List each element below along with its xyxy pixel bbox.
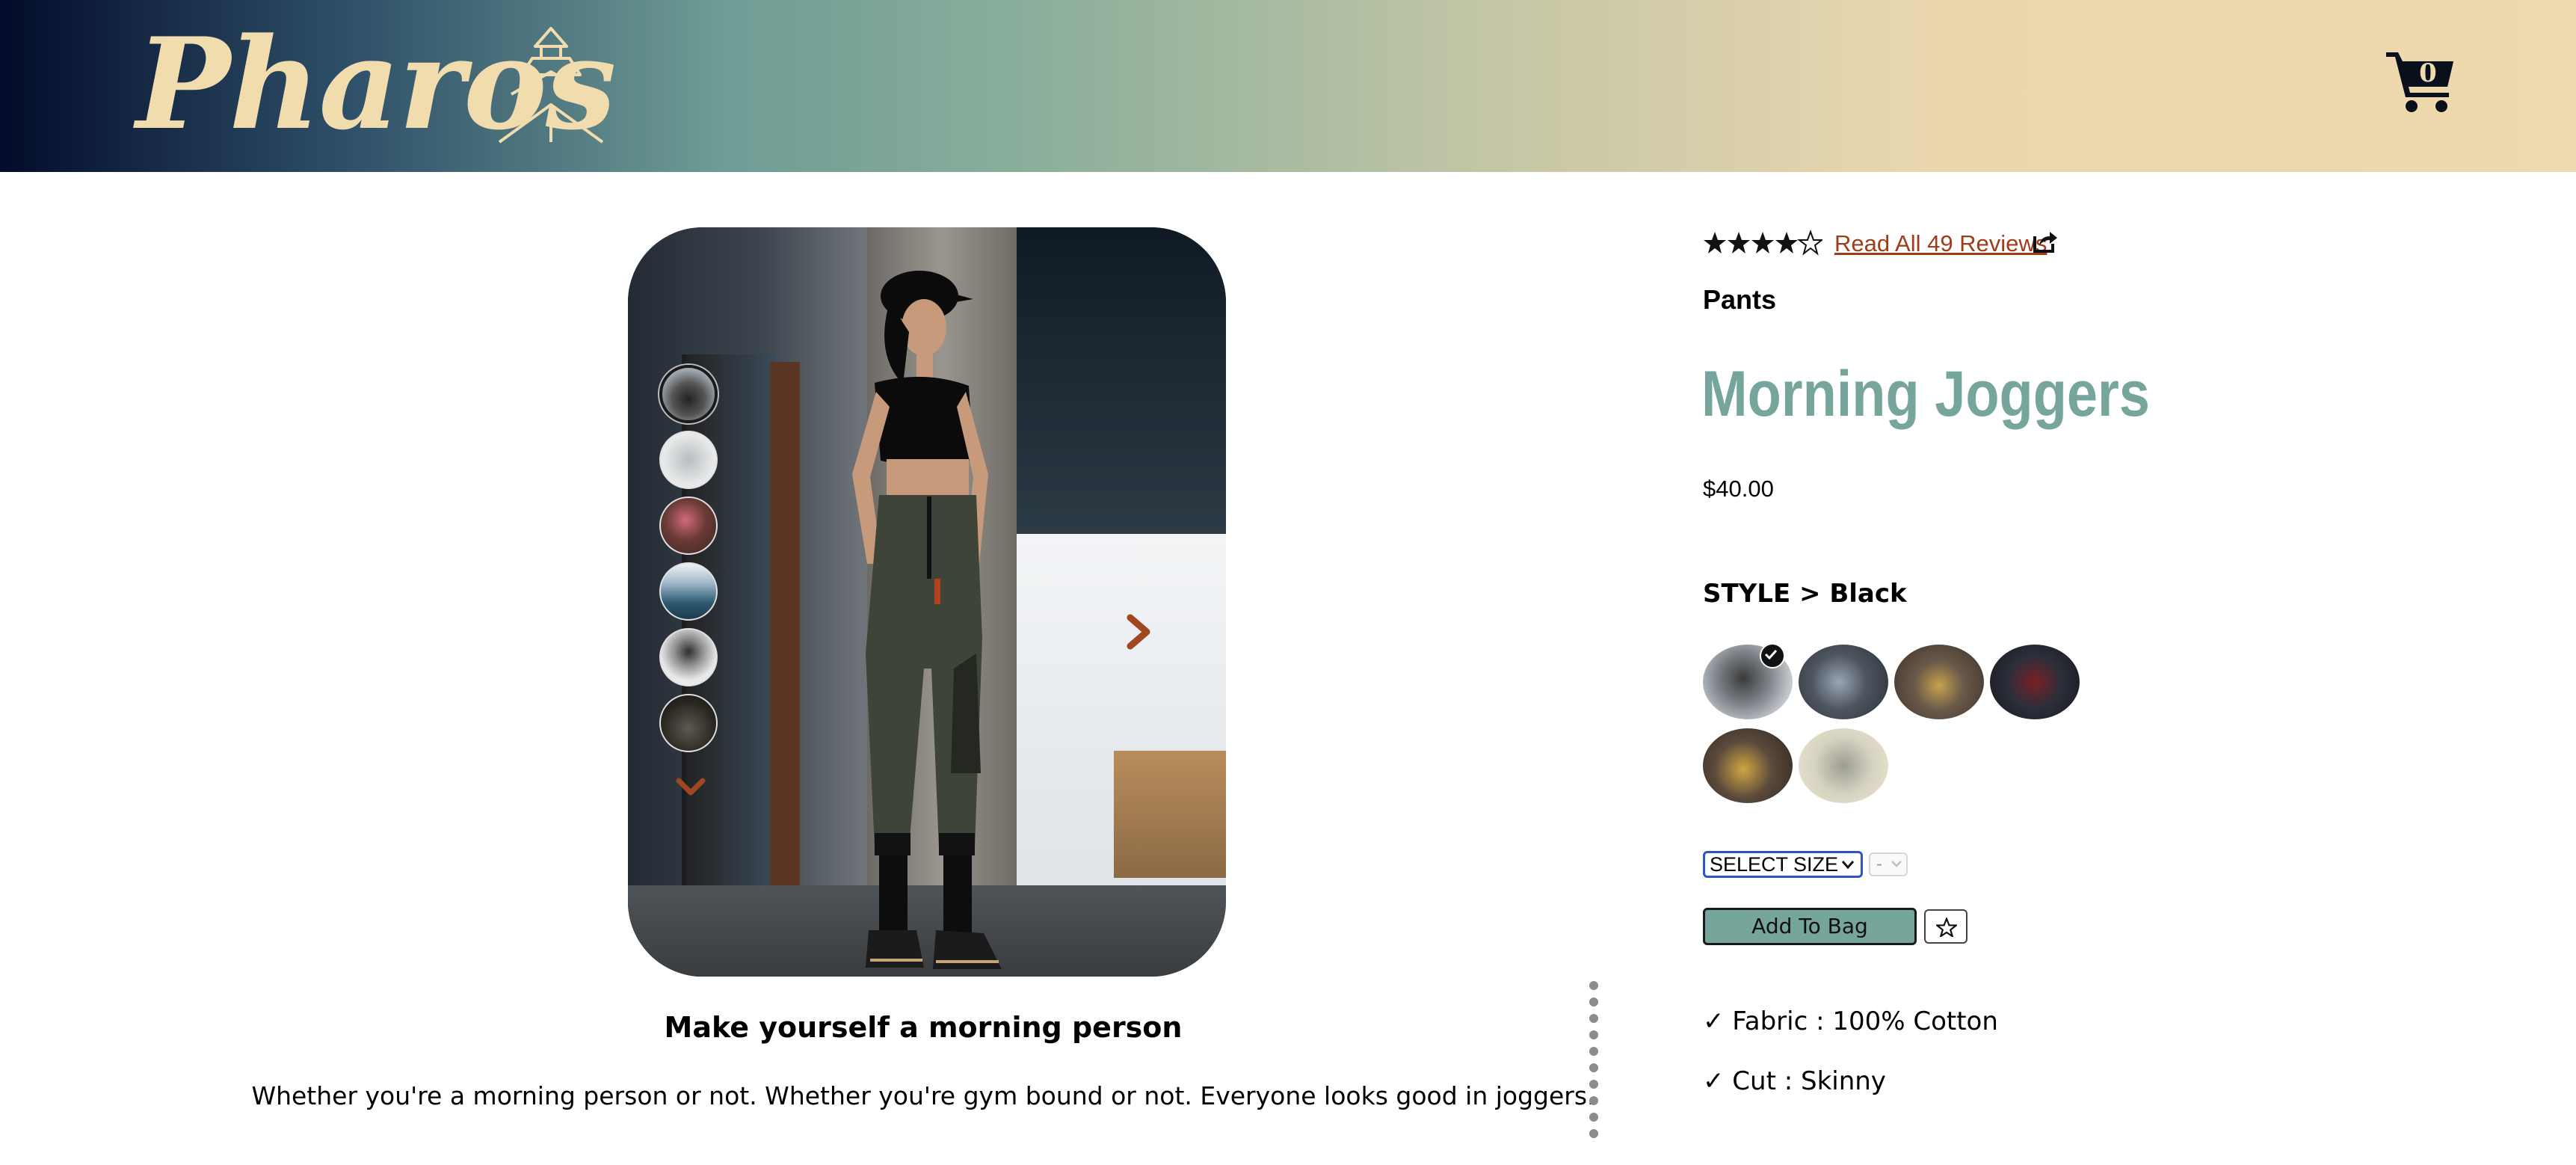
photo-crate xyxy=(1114,751,1226,878)
chevron-right-icon[interactable] xyxy=(1124,613,1154,651)
section-divider xyxy=(1589,981,1598,1138)
product-price: $40.00 xyxy=(1703,476,1774,502)
size-select[interactable]: SELECT SIZE xyxy=(1703,851,1863,878)
thumbnail-3[interactable] xyxy=(659,497,718,555)
description-body: Whether you're a morning person or not. … xyxy=(251,1081,1595,1110)
divider-dot xyxy=(1589,1063,1598,1072)
divider-dot xyxy=(1589,1129,1598,1138)
star-icon xyxy=(1704,230,1822,256)
quantity-select-value: - xyxy=(1876,854,1882,874)
star-rating xyxy=(1704,230,1822,256)
divider-dot xyxy=(1589,998,1598,1006)
style-swatch-2[interactable] xyxy=(1799,645,1888,719)
chevron-down-icon[interactable] xyxy=(676,776,706,799)
product-category: Pants xyxy=(1703,284,1777,315)
thumbnail-2[interactable] xyxy=(659,431,718,489)
divider-dot xyxy=(1589,1096,1598,1105)
thumbnail-6[interactable] xyxy=(659,694,718,752)
star-outline-icon xyxy=(1936,917,1957,937)
thumbnail-strip xyxy=(656,359,724,808)
style-label: STYLE > Black xyxy=(1703,579,1907,609)
lighthouse-icon[interactable] xyxy=(489,25,613,145)
divider-dot xyxy=(1589,1047,1598,1056)
share-icon[interactable] xyxy=(2032,227,2059,254)
divider-dot xyxy=(1589,1030,1598,1039)
add-to-bag-button[interactable]: Add To Bag xyxy=(1703,908,1917,945)
cart-count: 0 xyxy=(2419,58,2437,88)
cart-button[interactable]: 0 xyxy=(2386,48,2455,114)
site-header: Pharos 0 xyxy=(0,0,2576,172)
style-swatch-4[interactable] xyxy=(1990,645,2080,719)
feature-fabric: ✓ Fabric : 100% Cotton xyxy=(1703,1006,1998,1036)
quantity-select[interactable]: - xyxy=(1869,852,1908,876)
divider-dot xyxy=(1589,1113,1598,1122)
style-swatch-3[interactable] xyxy=(1894,645,1984,719)
style-swatch-5[interactable] xyxy=(1703,728,1793,803)
chevron-down-icon xyxy=(1841,861,1855,870)
thumbnail-4[interactable] xyxy=(659,562,718,621)
feature-cut: ✓ Cut : Skinny xyxy=(1703,1066,1886,1096)
description-tagline: Make yourself a morning person xyxy=(664,1011,1183,1044)
divider-dot xyxy=(1589,981,1598,990)
size-select-value: SELECT SIZE xyxy=(1710,853,1839,876)
chevron-down-icon xyxy=(1891,861,1902,867)
divider-dot xyxy=(1589,1014,1598,1023)
thumbnail-1[interactable] xyxy=(659,365,718,423)
model-figure xyxy=(852,271,1002,969)
selected-check-icon xyxy=(1760,643,1785,668)
divider-dot xyxy=(1589,1080,1598,1089)
product-title: Morning Joggers xyxy=(1701,358,2150,430)
thumbnail-5[interactable] xyxy=(659,628,718,686)
photo-ceiling xyxy=(1002,227,1226,534)
favorite-button[interactable] xyxy=(1924,909,1968,944)
read-reviews-link[interactable]: Read All 49 Reviews xyxy=(1834,230,2047,257)
style-swatch-6[interactable] xyxy=(1799,728,1888,803)
